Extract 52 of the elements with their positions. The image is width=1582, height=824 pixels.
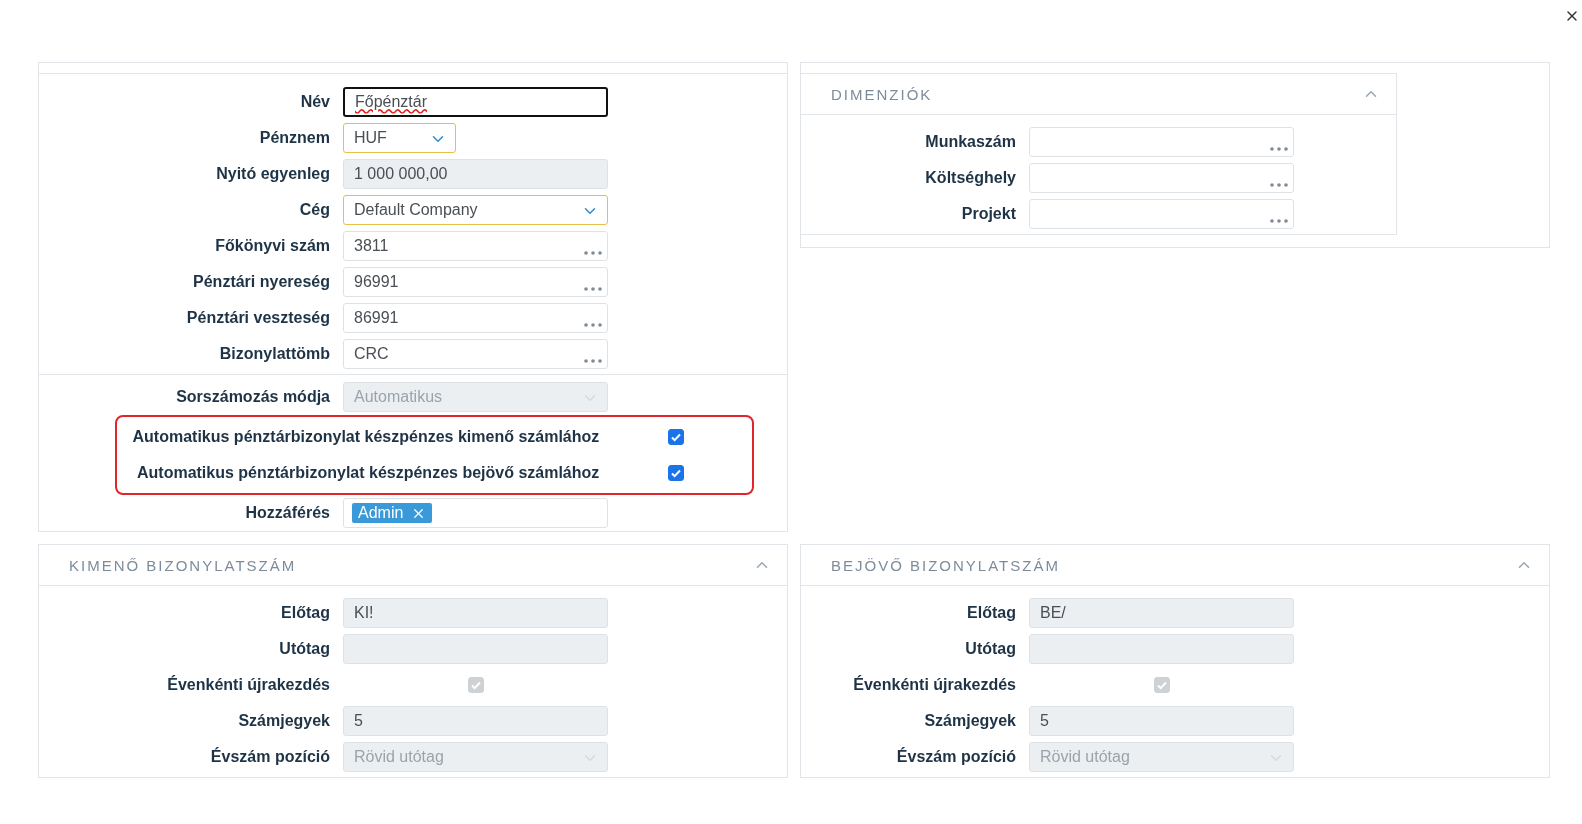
check-icon [669, 467, 682, 479]
check-icon [469, 679, 482, 691]
field-label: Pénztári veszteség [185, 309, 330, 327]
dots-icon[interactable] [583, 358, 603, 364]
dots-icon[interactable] [1269, 218, 1289, 224]
lookup-field[interactable] [1029, 127, 1294, 157]
field-label: Évenkénti újrakezdés [852, 676, 1016, 694]
dots-icon[interactable] [583, 286, 603, 292]
check-icon [1155, 679, 1168, 691]
dots-icon[interactable] [583, 250, 603, 256]
checkbox[interactable] [667, 429, 684, 445]
dots-icon[interactable] [1269, 182, 1289, 188]
field-label: Bizonylattömb [218, 345, 330, 363]
select-field[interactable]: HUF [343, 123, 456, 153]
lookup-field[interactable]: 86991 [343, 303, 608, 333]
field-label: Évszám pozíció [895, 748, 1016, 766]
field-label: Pénznem [258, 129, 330, 147]
field-label: Évszám pozíció [209, 748, 330, 766]
field-label: Főkönyvi szám [214, 237, 330, 255]
field-label: Évenkénti újrakezdés [166, 676, 330, 694]
field-label: Sorszámozás módja [175, 388, 330, 406]
field-label: Utótag [278, 640, 330, 658]
field-label: Automatikus pénztárbizonylat készpénzes bejövő számlához [135, 464, 600, 482]
field-label: Cég [298, 201, 330, 219]
text-field[interactable]: Főpénztár [343, 87, 608, 117]
lookup-field[interactable]: CRC [343, 339, 608, 369]
dots-icon[interactable] [1269, 146, 1289, 152]
field-label: Utótag [964, 640, 1016, 658]
lookup-field[interactable]: 3811 [343, 231, 608, 261]
field-label: Előtag [966, 604, 1016, 622]
field-label: Projekt [960, 205, 1016, 223]
field-label: Munkaszám [924, 133, 1016, 151]
section-title: BEJÖVŐ BIZONYLATSZÁM [831, 556, 1060, 574]
lookup-field[interactable] [1029, 199, 1294, 229]
section-title: DIMENZIÓK [831, 85, 933, 103]
checkbox[interactable] [667, 465, 684, 481]
check-icon [669, 431, 682, 443]
tag-label: Admin [358, 504, 404, 522]
section-title: KIMENŐ BIZONYLATSZÁM [69, 556, 297, 574]
select-field[interactable]: Default Company [343, 195, 608, 225]
field-label: Nyitó egyenleg [215, 165, 330, 183]
field-label: Számjegyek [923, 712, 1016, 730]
field-label: Számjegyek [237, 712, 330, 730]
dots-icon[interactable] [583, 322, 603, 328]
field-label: Hozzáférés [244, 504, 330, 522]
field-label: Pénztári nyereség [192, 273, 330, 291]
field-label: Költséghely [924, 169, 1016, 187]
field-label: Automatikus pénztárbizonylat készpénzes kimenő számlához [131, 428, 600, 446]
lookup-field[interactable] [1029, 163, 1294, 193]
field-label: Előtag [280, 604, 330, 622]
lookup-field[interactable]: 96991 [343, 267, 608, 297]
field-label: Név [299, 93, 330, 111]
